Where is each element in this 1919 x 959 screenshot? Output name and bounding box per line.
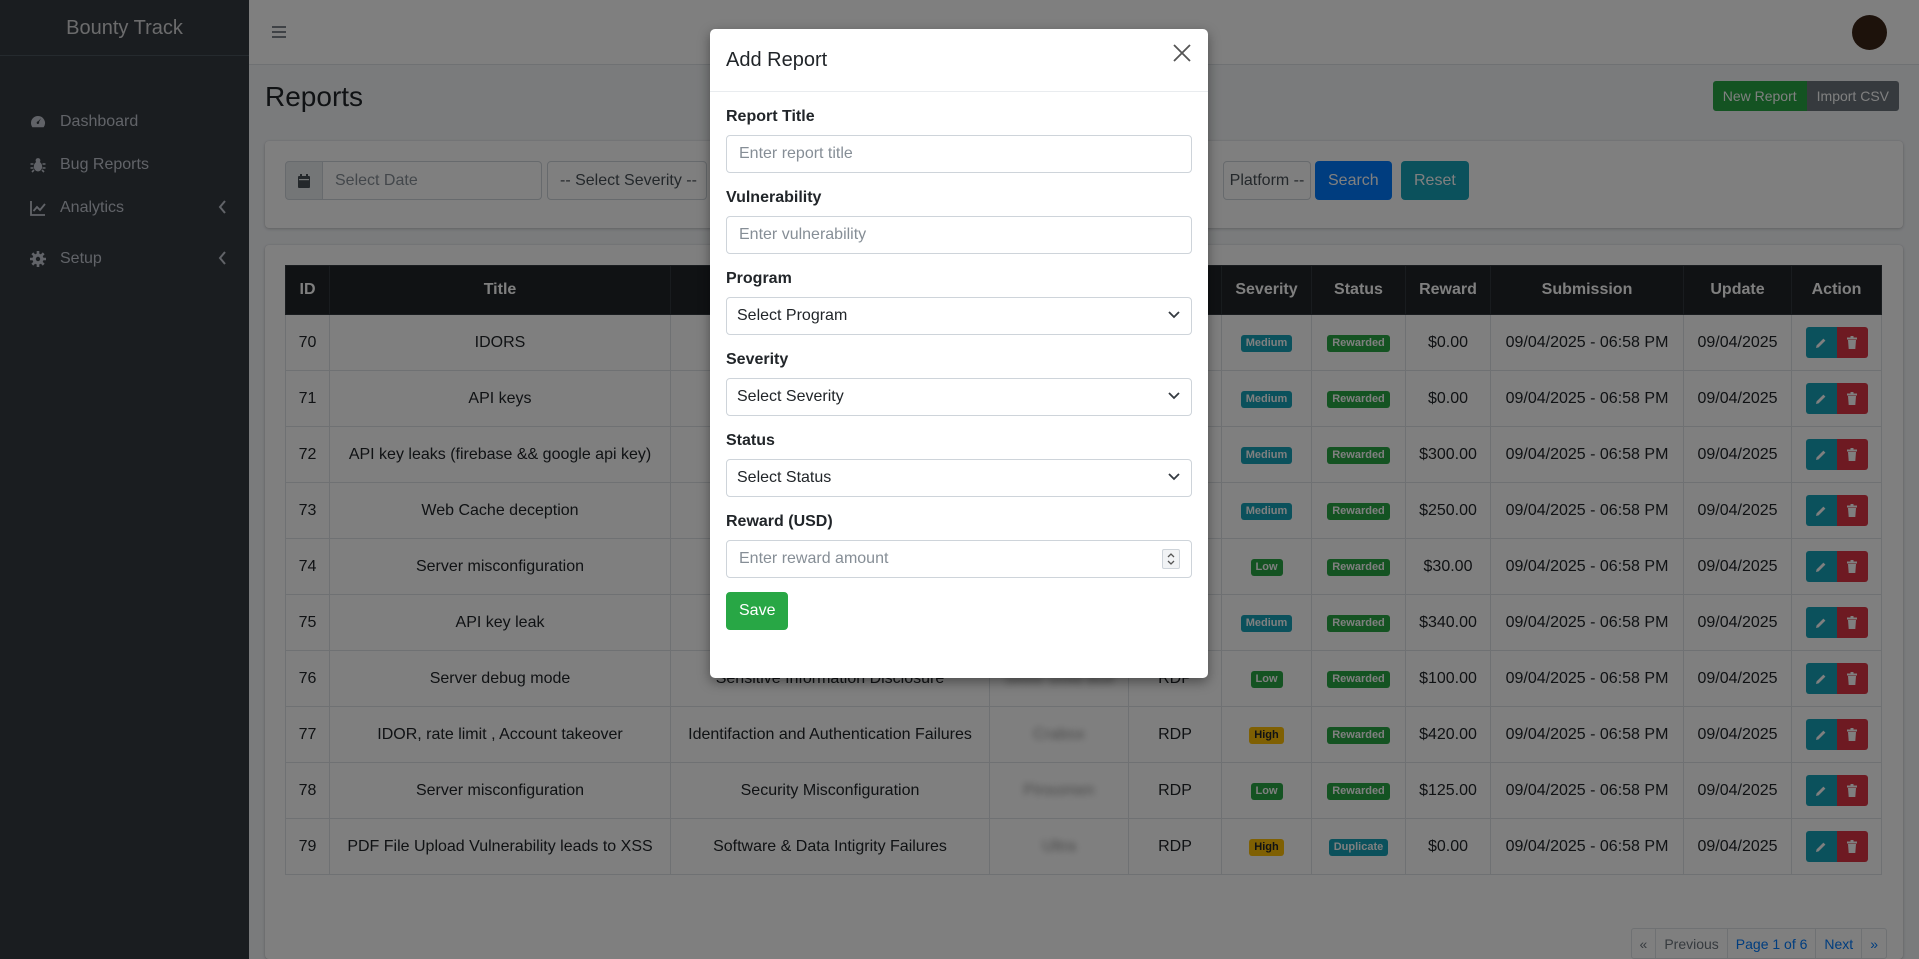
reward-input-wrapper [726, 540, 1192, 578]
program-label: Program [726, 270, 792, 287]
chevron-down-icon [1167, 469, 1181, 487]
report-title-label: Report Title [726, 108, 815, 125]
status-label: Status [726, 432, 775, 449]
add-report-modal: Add Report Report Title Vulnerability Pr… [710, 29, 1208, 678]
chevron-down-icon [1167, 388, 1181, 406]
report-title-group: Report Title [726, 108, 1192, 173]
status-select-value: Select Status [737, 469, 832, 486]
severity-select-value: Select Severity [737, 388, 844, 405]
modal-title: Add Report [726, 49, 828, 71]
program-select[interactable]: Select Program [726, 297, 1192, 335]
program-group: Program Select Program [726, 270, 1192, 335]
status-select[interactable]: Select Status [726, 459, 1192, 497]
reward-input[interactable] [726, 540, 1192, 578]
modal-header: Add Report [710, 29, 1208, 92]
vulnerability-group: Vulnerability [726, 189, 1192, 254]
modal-body: Report Title Vulnerability Program Selec… [710, 92, 1208, 630]
number-spinner[interactable] [1162, 549, 1180, 569]
close-icon[interactable] [1170, 41, 1194, 65]
program-select-value: Select Program [737, 307, 848, 324]
chevron-down-icon [1167, 307, 1181, 325]
status-group: Status Select Status [726, 432, 1192, 497]
report-title-input[interactable] [726, 135, 1192, 173]
severity-group: Severity Select Severity [726, 351, 1192, 416]
reward-group: Reward (USD) [726, 513, 1192, 578]
severity-select[interactable]: Select Severity [726, 378, 1192, 416]
save-button[interactable]: Save [726, 592, 789, 630]
vulnerability-label: Vulnerability [726, 189, 822, 206]
reward-label: Reward (USD) [726, 513, 833, 530]
severity-label: Severity [726, 351, 789, 368]
vulnerability-input[interactable] [726, 216, 1192, 254]
